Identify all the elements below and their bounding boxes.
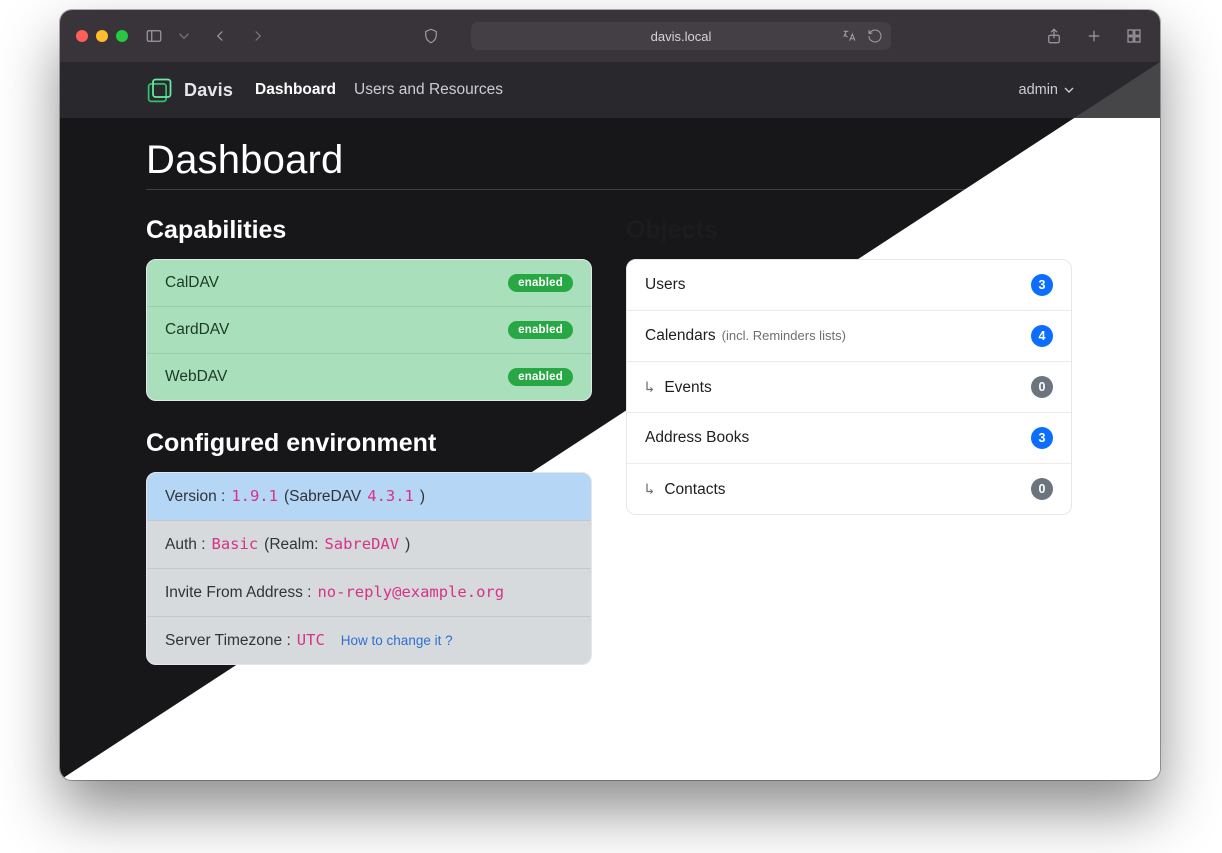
brand-logo-icon xyxy=(146,76,174,104)
brand-label: Davis xyxy=(184,80,233,101)
sidebar-toggle-icon[interactable] xyxy=(144,26,164,46)
forward-icon[interactable] xyxy=(248,26,268,46)
child-arrow-icon: ↳ xyxy=(645,480,654,498)
object-label: Address Books xyxy=(645,429,749,447)
user-label: admin xyxy=(1019,82,1059,98)
object-label: Users xyxy=(645,276,685,294)
env-sabre-prefix: (SabreDAV xyxy=(284,488,361,506)
env-realm: SabreDAV xyxy=(324,535,399,553)
object-sublabel: (incl. Reminders lists) xyxy=(722,328,846,343)
chevron-down-icon xyxy=(1064,85,1074,95)
capability-name: CalDAV xyxy=(165,274,219,292)
object-row-calendars[interactable]: Calendars (incl. Reminders lists) 4 xyxy=(627,310,1071,361)
count-pill: 4 xyxy=(1031,325,1053,347)
object-row-users[interactable]: Users 3 xyxy=(627,260,1071,310)
page-title: Dashboard xyxy=(146,138,1070,190)
new-tab-icon[interactable] xyxy=(1084,26,1104,46)
user-menu[interactable]: admin xyxy=(1019,82,1075,98)
count-pill: 0 xyxy=(1031,376,1053,398)
env-auth-method: Basic xyxy=(212,535,259,553)
env-version-row: Version : 1.9.1 (SabreDAV 4.3.1) xyxy=(147,473,591,520)
env-invite-row: Invite From Address : no-reply@example.o… xyxy=(147,568,591,616)
nav-users[interactable]: Users and Resources xyxy=(354,81,503,99)
app-navbar: Davis Dashboard Users and Resources admi… xyxy=(60,62,1160,118)
count-pill: 3 xyxy=(1031,274,1053,296)
objects-heading: Objects xyxy=(626,216,1072,245)
env-tz-row: Server Timezone : UTC How to change it ? xyxy=(147,616,591,664)
env-label: Auth : xyxy=(165,536,206,554)
nav-links: Dashboard Users and Resources xyxy=(255,81,503,99)
url-text: davis.local xyxy=(651,29,712,44)
capability-row: WebDAV enabled xyxy=(147,353,591,400)
tabs-icon[interactable] xyxy=(1124,26,1144,46)
shield-icon[interactable] xyxy=(421,26,441,46)
capability-name: WebDAV xyxy=(165,368,227,386)
address-bar[interactable]: davis.local xyxy=(471,22,891,50)
window-controls xyxy=(76,30,128,42)
env-label: Invite From Address : xyxy=(165,584,311,602)
minimize-icon[interactable] xyxy=(96,30,108,42)
capability-name: CardDAV xyxy=(165,321,229,339)
env-list: Version : 1.9.1 (SabreDAV 4.3.1) Auth : … xyxy=(146,472,592,665)
capabilities-heading: Capabilities xyxy=(146,216,592,245)
env-label: Server Timezone : xyxy=(165,632,291,650)
env-sabre-suffix: ) xyxy=(420,488,425,506)
brand[interactable]: Davis xyxy=(146,76,233,104)
env-tz-value: UTC xyxy=(297,631,325,649)
close-icon[interactable] xyxy=(76,30,88,42)
object-label: Events xyxy=(664,379,711,397)
env-label: Version : xyxy=(165,488,225,506)
env-realm-prefix: (Realm: xyxy=(264,536,318,554)
object-row-addressbooks[interactable]: Address Books 3 xyxy=(627,412,1071,463)
object-label: Contacts xyxy=(664,481,725,499)
count-pill: 0 xyxy=(1031,478,1053,500)
tz-change-link[interactable]: How to change it ? xyxy=(341,633,453,648)
child-arrow-icon: ↳ xyxy=(645,378,654,396)
status-badge: enabled xyxy=(508,368,573,386)
capabilities-list: CalDAV enabled CardDAV enabled WebDAV en… xyxy=(146,259,592,401)
objects-list: Users 3 Calendars (incl. Reminders lists… xyxy=(626,259,1072,515)
env-version: 1.9.1 xyxy=(231,487,278,505)
capability-row: CardDAV enabled xyxy=(147,306,591,353)
env-realm-suffix: ) xyxy=(405,536,410,554)
env-heading: Configured environment xyxy=(146,429,592,458)
back-icon[interactable] xyxy=(210,26,230,46)
status-badge: enabled xyxy=(508,274,573,292)
env-invite-value: no-reply@example.org xyxy=(317,583,504,601)
browser-window: davis.local D xyxy=(60,10,1160,780)
object-row-contacts[interactable]: ↳ Contacts 0 xyxy=(627,463,1071,514)
nav-dashboard[interactable]: Dashboard xyxy=(255,81,336,99)
env-sabre-version: 4.3.1 xyxy=(367,487,414,505)
status-badge: enabled xyxy=(508,321,573,339)
object-row-events[interactable]: ↳ Events 0 xyxy=(627,361,1071,412)
count-pill: 3 xyxy=(1031,427,1053,449)
capability-row: CalDAV enabled xyxy=(147,260,591,306)
reload-icon[interactable] xyxy=(867,28,883,44)
object-label: Calendars xyxy=(645,327,716,345)
translate-icon[interactable] xyxy=(841,28,857,44)
zoom-icon[interactable] xyxy=(116,30,128,42)
titlebar: davis.local xyxy=(60,10,1160,62)
chevron-down-icon[interactable] xyxy=(174,26,194,46)
env-auth-row: Auth : Basic (Realm: SabreDAV) xyxy=(147,520,591,568)
share-icon[interactable] xyxy=(1044,26,1064,46)
